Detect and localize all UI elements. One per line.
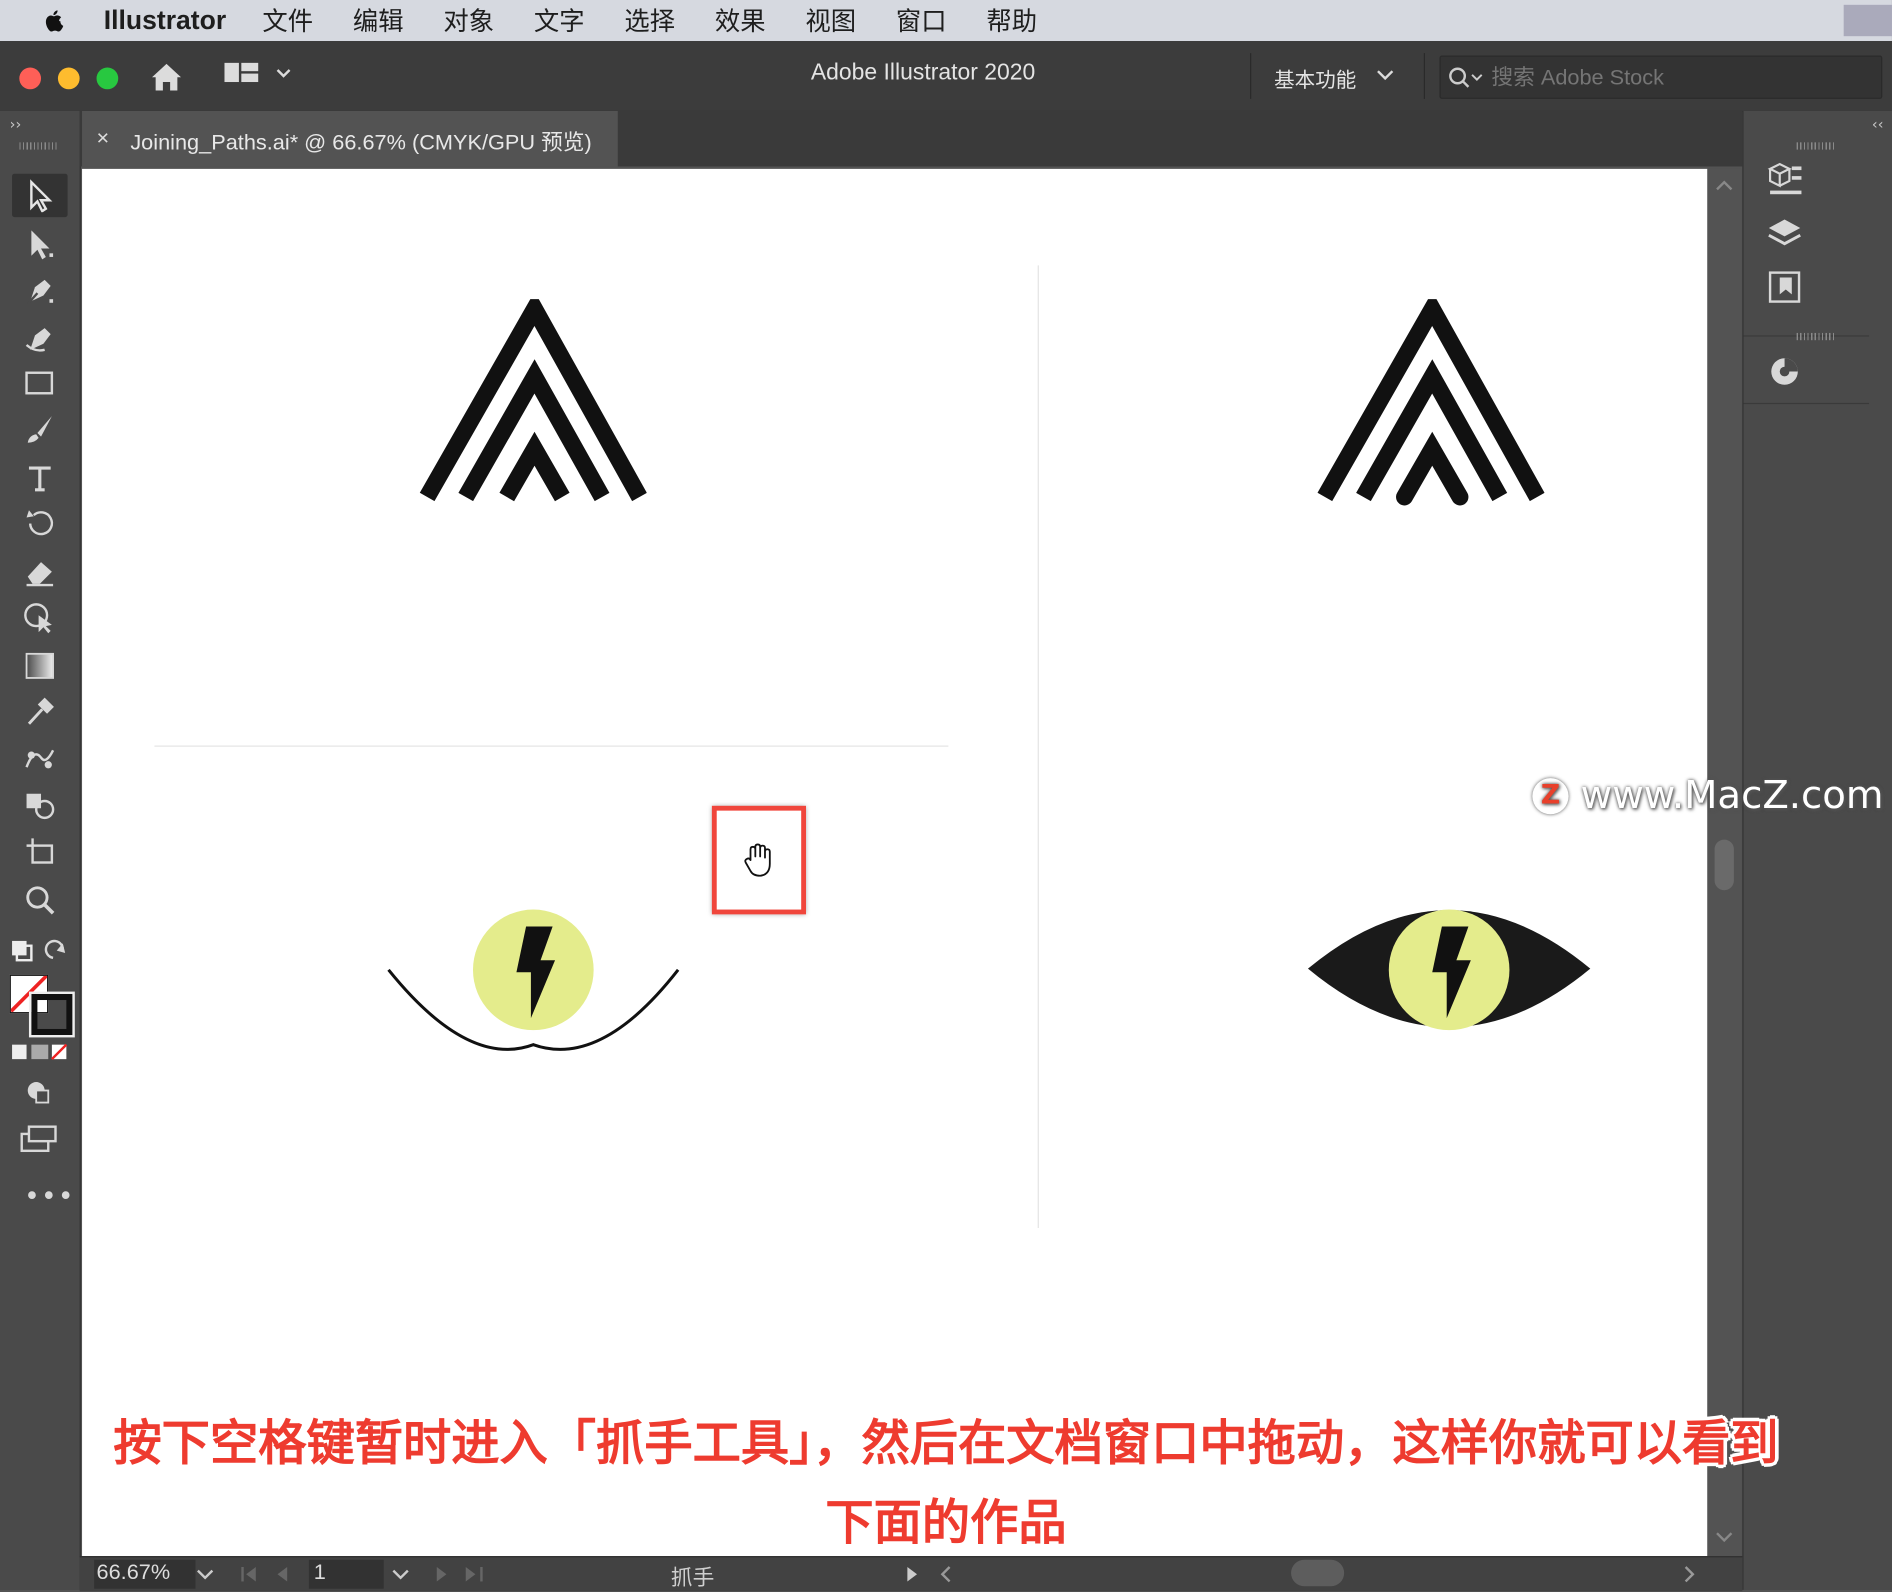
artboard-number-field[interactable]: 1: [308, 1559, 384, 1589]
first-prev-artboard-icons[interactable]: [239, 1565, 299, 1584]
chevron-down-icon[interactable]: [1376, 68, 1395, 82]
artboard-divider: [1037, 265, 1039, 1229]
color-mode-icons[interactable]: [10, 1042, 70, 1061]
eyedropper-tool-icon[interactable]: [12, 690, 68, 733]
stroke-swatch[interactable]: [28, 991, 75, 1038]
draw-mode-icon[interactable]: [22, 1076, 56, 1107]
zoom-tool-icon[interactable]: [12, 878, 68, 921]
watermark-text: www.MacZ.com: [1580, 772, 1884, 818]
document-tab[interactable]: × Joining_Paths.ai* @ 66.67% (CMYK/GPU 预…: [82, 110, 618, 167]
menubar-status-item[interactable]: [1843, 4, 1892, 37]
collapse-dock-icon[interactable]: ‹‹: [1872, 116, 1884, 133]
watermark-logo: Z: [1532, 778, 1569, 815]
panel-grip[interactable]: [1796, 142, 1836, 150]
zoom-window-button[interactable]: [96, 67, 119, 90]
caption-line-2: 下面的作品: [825, 1495, 1067, 1552]
blend-tool-icon[interactable]: [12, 736, 68, 779]
document-tab-bar: × Joining_Paths.ai* @ 66.67% (CMYK/GPU 预…: [79, 110, 1743, 167]
menu-window[interactable]: 窗口: [896, 2, 947, 38]
menubar: Illustrator 文件 编辑 对象 文字 选择 效果 视图 窗口 帮助: [0, 0, 1892, 42]
separator: [1423, 53, 1425, 99]
workspace-switcher[interactable]: 基本功能: [1274, 63, 1356, 93]
vertical-scroll-thumb[interactable]: [1714, 839, 1734, 891]
properties-panel-icon[interactable]: [1763, 157, 1806, 200]
vertical-scrollbar[interactable]: [1707, 168, 1742, 1557]
collapse-panel-icon[interactable]: ››: [10, 116, 22, 133]
close-tab-icon[interactable]: ×: [97, 125, 110, 150]
arrange-documents-icon[interactable]: [224, 62, 301, 90]
status-bar: 66.67% 1 抓手: [79, 1556, 1743, 1592]
document-tab-title: Joining_Paths.ai* @ 66.67% (CMYK/GPU 预览): [130, 130, 592, 155]
close-window-button[interactable]: [19, 67, 42, 90]
type-tool-icon[interactable]: [12, 456, 68, 499]
panel-grip[interactable]: [19, 142, 58, 150]
tools-panel: ›› •••: [0, 110, 81, 1590]
more-tools-icon[interactable]: •••: [24, 1182, 75, 1212]
a-logo-artwork[interactable]: [417, 299, 647, 506]
caption-line-1: 按下空格键暂时进入「抓手工具」，然后在文档窗口中拖动，这样你就可以看到: [113, 1416, 1779, 1472]
eye-artwork-incomplete[interactable]: [384, 900, 686, 1057]
menu-file[interactable]: 文件: [262, 2, 313, 38]
zoom-level-field[interactable]: 66.67%: [94, 1559, 196, 1589]
scroll-left-icon[interactable]: [939, 1565, 953, 1584]
default-fill-stroke-icon[interactable]: [10, 939, 70, 968]
rotate-tool-icon[interactable]: [12, 502, 68, 545]
apple-icon[interactable]: [41, 7, 68, 34]
direct-selection-tool-icon[interactable]: [12, 222, 68, 265]
separator: [1250, 53, 1252, 99]
shape-builder-tool-icon[interactable]: [12, 784, 68, 827]
chevron-down-icon[interactable]: [195, 1567, 214, 1581]
menu-view[interactable]: 视图: [805, 2, 856, 38]
horizontal-scroll-thumb[interactable]: [1291, 1559, 1345, 1587]
menu-object[interactable]: 对象: [443, 2, 494, 38]
panel-dock: ‹‹: [1742, 110, 1892, 1590]
next-last-artboard-icons[interactable]: [430, 1565, 490, 1584]
window-title: Adobe Illustrator 2020: [810, 60, 1036, 86]
menu-app-name[interactable]: Illustrator: [104, 5, 226, 36]
menu-type[interactable]: 文字: [534, 2, 585, 38]
selection-tool-icon[interactable]: [12, 173, 68, 218]
puppet-warp-tool-icon[interactable]: [12, 596, 68, 639]
menu-edit[interactable]: 编辑: [353, 2, 404, 38]
panel-grip[interactable]: [1796, 332, 1836, 341]
chevron-down-icon[interactable]: [391, 1567, 410, 1581]
scroll-up-icon[interactable]: [1715, 179, 1734, 193]
application-bar: Adobe Illustrator 2020 基本功能: [0, 41, 1892, 113]
menu-effect[interactable]: 效果: [715, 2, 766, 38]
status-menu-icon[interactable]: [903, 1565, 922, 1584]
menu-help[interactable]: 帮助: [986, 2, 1037, 38]
current-tool-label: 抓手: [670, 1565, 715, 1590]
screen-mode-icon[interactable]: [19, 1122, 58, 1156]
libraries-panel-icon[interactable]: [1763, 265, 1806, 308]
paintbrush-tool-icon[interactable]: [12, 408, 68, 451]
a-logo-artwork-joined[interactable]: [1315, 299, 1545, 506]
curvature-tool-icon[interactable]: [12, 316, 68, 359]
minimize-window-button[interactable]: [57, 67, 80, 90]
eraser-tool-icon[interactable]: [12, 550, 68, 593]
watermark: Zwww.MacZ.com: [1532, 772, 1884, 818]
eye-artwork-complete[interactable]: [1303, 893, 1595, 1050]
stock-search-box[interactable]: [1439, 55, 1883, 99]
artboard-tool-icon[interactable]: [12, 830, 68, 873]
document-canvas[interactable]: [82, 168, 1708, 1557]
pen-tool-icon[interactable]: [12, 268, 68, 311]
scroll-right-icon[interactable]: [1682, 1565, 1696, 1584]
search-input[interactable]: [1488, 63, 1856, 91]
color-guide-panel-icon[interactable]: [1763, 350, 1806, 393]
gradient-tool-icon[interactable]: [12, 644, 68, 687]
artboard-divider: [154, 745, 949, 747]
home-icon[interactable]: [147, 58, 186, 97]
layers-panel-icon[interactable]: [1763, 212, 1806, 255]
hand-cursor-highlight: [711, 805, 807, 915]
search-icon: [1449, 67, 1483, 88]
menu-select[interactable]: 选择: [624, 2, 675, 38]
hand-cursor-icon: [744, 843, 771, 877]
rectangle-tool-icon[interactable]: [12, 362, 68, 405]
